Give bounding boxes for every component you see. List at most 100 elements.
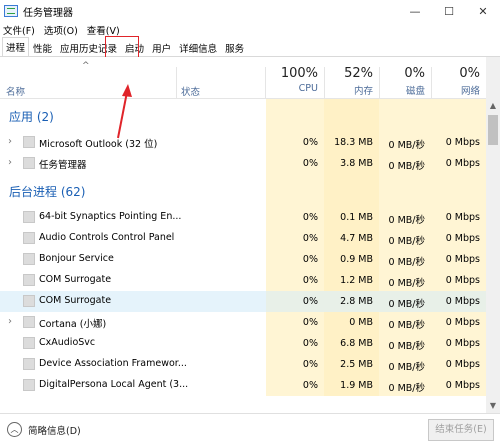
process-row[interactable]: Bonjour Service 0% 0.9 MB 0 MB/秒 0 Mbps (0, 249, 486, 270)
process-row[interactable]: › 任务管理器 0% 3.8 MB 0 MB/秒 0 Mbps (0, 153, 486, 174)
chevron-right-icon[interactable]: › (8, 157, 12, 168)
process-name: 任务管理器 (39, 160, 87, 171)
process-network: 0 Mbps (431, 333, 486, 354)
process-memory: 6.8 MB (324, 333, 379, 354)
process-disk: 0 MB/秒 (379, 354, 431, 375)
footer: ︿ 简略信息(D) 结束任务(E) (0, 413, 500, 445)
disk-column-shade (379, 174, 431, 207)
minimize-button[interactable]: — (398, 0, 432, 22)
tab-performance[interactable]: 性能 (29, 39, 56, 56)
process-name: Audio Controls Control Panel (39, 232, 175, 243)
process-memory: 0 MB (324, 312, 379, 333)
tab-services[interactable]: 服务 (221, 39, 248, 56)
group-background: 后台进程 (62) (0, 174, 486, 207)
window-controls: — ☐ ✕ (398, 0, 500, 22)
process-disk: 0 MB/秒 (379, 270, 431, 291)
process-name: 64-bit Synaptics Pointing En... (39, 211, 182, 222)
process-row[interactable]: › Cortana (小娜) 0% 0 MB 0 MB/秒 0 Mbps (0, 312, 486, 333)
network-total: 0% (459, 66, 480, 81)
column-status[interactable]: 状态 (181, 84, 200, 98)
process-cpu: 0% (266, 291, 324, 312)
cpu-total: 100% (280, 66, 318, 81)
title-bar: 任务管理器 — ☐ ✕ (0, 0, 500, 22)
memory-label: 内存 (353, 86, 373, 97)
close-button[interactable]: ✕ (466, 0, 500, 22)
maximize-button[interactable]: ☐ (432, 0, 466, 22)
column-cpu[interactable]: 100% CPU (266, 57, 324, 99)
menu-file[interactable]: 文件(F) (3, 23, 35, 37)
process-icon (23, 136, 35, 148)
process-memory: 0.1 MB (324, 207, 379, 228)
column-name[interactable]: 名称 (6, 84, 25, 98)
chevron-right-icon[interactable]: › (8, 136, 12, 147)
tab-details[interactable]: 详细信息 (175, 39, 221, 56)
process-row[interactable]: 64-bit Synaptics Pointing En... 0% 0.1 MB 0… (0, 207, 486, 228)
process-network: 0 Mbps (431, 375, 486, 396)
process-icon (23, 358, 35, 370)
process-row[interactable]: Audio Controls Control Panel 0% 4.7 MB 0 MB… (0, 228, 486, 249)
scroll-thumb[interactable] (488, 115, 498, 145)
column-network[interactable]: 0% 网络 (431, 57, 486, 99)
process-icon (23, 211, 35, 223)
column-disk[interactable]: 0% 磁盘 (379, 57, 431, 99)
process-cpu: 0% (266, 207, 324, 228)
process-disk: 0 MB/秒 (379, 333, 431, 354)
vertical-scrollbar[interactable]: ▲ ▼ (486, 99, 500, 413)
process-icon (23, 157, 35, 169)
process-cpu: 0% (266, 153, 324, 174)
process-memory: 2.5 MB (324, 354, 379, 375)
process-network: 0 Mbps (431, 270, 486, 291)
process-network: 0 Mbps (431, 153, 486, 174)
menu-options[interactable]: 选项(O) (44, 23, 78, 37)
group-apps: 应用 (2) (0, 99, 486, 132)
cpu-column-shade (266, 174, 324, 207)
network-column-shade (431, 174, 486, 207)
process-disk: 0 MB/秒 (379, 132, 431, 153)
process-memory: 1.2 MB (324, 270, 379, 291)
process-network: 0 Mbps (431, 207, 486, 228)
scroll-up-icon[interactable]: ▲ (486, 99, 500, 113)
process-table: 应用 (2) › Microsoft Outlook (32 位) 0% 18.3 M… (0, 99, 486, 413)
tab-processes[interactable]: 进程 (2, 37, 30, 56)
tab-users[interactable]: 用户 (148, 39, 175, 56)
process-name: Bonjour Service (39, 253, 114, 264)
group-background-label: 后台进程 (62) (9, 185, 86, 199)
process-cpu: 0% (266, 270, 324, 291)
end-task-button[interactable]: 结束任务(E) (428, 419, 494, 441)
column-header: ^ 名称 状态 100% CPU 52% 内存 0% 磁盘 0% 网络 (0, 57, 486, 99)
process-icon (23, 232, 35, 244)
process-row[interactable]: › Microsoft Outlook (32 位) 0% 18.3 MB 0 MB/秒… (0, 132, 486, 153)
background-rows: 64-bit Synaptics Pointing En... 0% 0.1 MB 0… (0, 207, 486, 396)
process-disk: 0 MB/秒 (379, 312, 431, 333)
process-name: COM Surrogate (39, 274, 112, 285)
process-name: Device Association Framewor... (39, 358, 187, 369)
menu-view[interactable]: 查看(V) (87, 23, 120, 37)
chevron-up-icon[interactable]: ︿ (7, 422, 22, 437)
process-network: 0 Mbps (431, 291, 486, 312)
process-name: CxAudioSvc (39, 337, 96, 348)
process-icon (23, 274, 35, 286)
network-column-shade (431, 99, 486, 132)
process-name: Cortana (小娜) (39, 319, 107, 330)
process-memory: 4.7 MB (324, 228, 379, 249)
apps-rows: › Microsoft Outlook (32 位) 0% 18.3 MB 0 MB/秒… (0, 132, 486, 174)
process-row[interactable]: Device Association Framewor... 0% 2.5 MB 0 … (0, 354, 486, 375)
process-memory: 18.3 MB (324, 132, 379, 153)
process-network: 0 Mbps (431, 228, 486, 249)
column-divider[interactable] (176, 67, 177, 98)
process-cpu: 0% (266, 354, 324, 375)
process-name: DigitalPersona Local Agent (3... (39, 379, 189, 390)
process-row[interactable]: COM Surrogate 0% 1.2 MB 0 MB/秒 0 Mbps (0, 270, 486, 291)
fewer-details-link[interactable]: 简略信息(D) (28, 423, 81, 437)
process-network: 0 Mbps (431, 354, 486, 375)
disk-column-shade (379, 99, 431, 132)
process-row[interactable]: DigitalPersona Local Agent (3... 0% 1.9 MB… (0, 375, 486, 396)
chevron-right-icon[interactable]: › (8, 316, 12, 327)
process-row[interactable]: CxAudioSvc 0% 6.8 MB 0 MB/秒 0 Mbps (0, 333, 486, 354)
process-network: 0 Mbps (431, 132, 486, 153)
scroll-down-icon[interactable]: ▼ (486, 399, 500, 413)
column-memory[interactable]: 52% 内存 (324, 57, 379, 99)
process-name: Microsoft Outlook (32 位) (39, 139, 158, 150)
process-row[interactable]: COM Surrogate 0% 2.8 MB 0 MB/秒 0 Mbps (0, 291, 486, 312)
cpu-column-shade (266, 99, 324, 132)
